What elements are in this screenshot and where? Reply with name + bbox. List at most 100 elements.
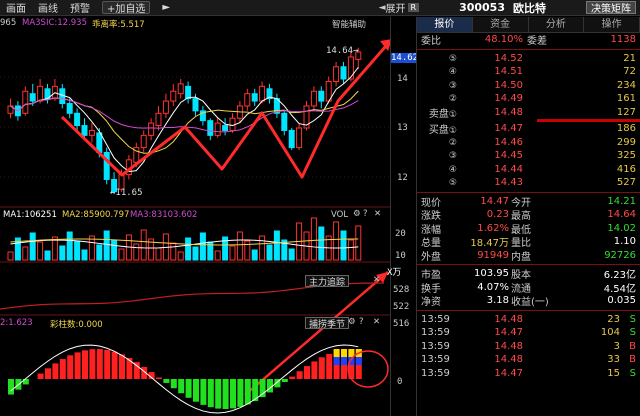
candle [162, 100, 169, 114]
weibi-label: 委比 [421, 36, 441, 48]
candle [29, 93, 36, 102]
tab-analysis[interactable]: 分析 [529, 17, 585, 32]
stat-value: 0.035 [607, 295, 636, 307]
tick-volume: 3 [613, 340, 620, 352]
candle [37, 85, 44, 102]
stat-value: 92726 [604, 249, 636, 261]
asks-label: ④ [417, 66, 461, 77]
season-line [10, 344, 359, 414]
stat-value: 4.54亿 [603, 283, 636, 295]
volume-bar [199, 232, 206, 261]
weibi-value: 48.10% [484, 34, 523, 46]
asks-label: ② [417, 93, 461, 104]
stat-row: 涨跌 0.23 最高 14.64 [417, 208, 640, 222]
volume-bar [229, 245, 236, 261]
chart-area[interactable]: 965 MA3SIC:12.935 乖离率:5.517 智能辅助 14.64→ ←… [0, 17, 390, 416]
volume-bar [214, 250, 221, 261]
bids-row[interactable]: ② 14.46 299 [417, 136, 640, 150]
stat-row: 净资 3.18 收益(一) 0.035 [417, 294, 640, 308]
tab-funds[interactable]: 资金 [473, 17, 529, 32]
tab-quote[interactable]: 报价 [417, 17, 473, 32]
high-price-label: 14.64→ [326, 46, 359, 56]
season-bar-blue [333, 357, 340, 365]
candle [74, 112, 81, 127]
asks-row[interactable]: ② 14.49 161 [417, 92, 640, 106]
stat-label: 内盘 [511, 251, 531, 263]
tick-side: B [629, 340, 636, 352]
season-bar [215, 379, 222, 409]
bids-row[interactable]: 买盘① 14.47 186 [417, 122, 640, 136]
close-icon[interactable]: ✕ [374, 209, 381, 219]
help-icon-season[interactable]: ? [359, 317, 364, 327]
toolbar-item-draw-screen[interactable]: 画面 [0, 0, 32, 16]
bids-label: ④ [417, 164, 461, 175]
volume-bar [236, 231, 243, 261]
asks-volume: 21 [623, 52, 636, 64]
tick-price: 14.48 [494, 354, 523, 366]
quote-panel: 报价 资金 分析 操作 委比 48.10% 委差 1138 ⑤ 14.52 21 ④ 1… [416, 17, 640, 416]
volume-bar [177, 251, 184, 261]
season-bar [193, 379, 199, 402]
stat-value: 103.95 [474, 268, 509, 280]
tick-time: 13:59 [421, 340, 450, 352]
stat-label: 净资 [421, 297, 441, 309]
stat-value: 4.07% [477, 281, 509, 293]
add-watchlist-button[interactable]: +加自选 [102, 1, 151, 15]
asks-label: ③ [417, 80, 461, 91]
tick-volume: 33 [607, 354, 620, 366]
asks-volume: 72 [623, 66, 636, 78]
season-bar [326, 353, 333, 379]
toolbar-item-draw-line[interactable]: 画线 [32, 0, 64, 16]
candle [170, 90, 177, 102]
tick-price: 14.48 [494, 340, 523, 352]
season-bar-yellow [333, 349, 340, 357]
chevron-left-icon[interactable]: ◄ [379, 3, 386, 13]
bid-list: 买盘① 14.47 186 ② 14.46 299 ③ 14.45 325 ④ 14.44 416 ⑤ 1… [417, 122, 640, 190]
season-bar [311, 361, 318, 379]
expand-button[interactable]: 展开 [386, 0, 406, 15]
tick-price: 14.47 [494, 327, 523, 339]
volume-bar [185, 237, 192, 261]
tick-side: S [629, 327, 636, 339]
volume-bar [192, 246, 199, 261]
volume-bar [22, 246, 29, 261]
bids-row[interactable]: ④ 14.44 416 [417, 163, 640, 177]
asks-row[interactable]: ⑤ 14.52 21 [417, 52, 640, 66]
close-icon-track[interactable]: ✕ [373, 275, 380, 285]
weibi-row: 委比 48.10% 委差 1138 [417, 33, 640, 47]
season-bar-yellow [341, 349, 347, 357]
tick-row: 13:59 14.47 104 S [417, 326, 640, 340]
asks-row[interactable]: ③ 14.50 234 [417, 79, 640, 93]
season-bar [318, 357, 325, 379]
chevron-right-icon[interactable]: ► [156, 0, 176, 16]
toolbar-item-alert[interactable]: 预警 [64, 0, 96, 16]
gear-icon[interactable]: ⚙ [353, 209, 361, 219]
season-bar [170, 379, 177, 389]
season-bar [37, 373, 44, 379]
stat-value: 1.10 [613, 236, 636, 248]
bids-row[interactable]: ⑤ 14.43 527 [417, 176, 640, 190]
asks-row[interactable]: ④ 14.51 72 [417, 65, 640, 79]
asks-price: 14.51 [494, 66, 523, 78]
asks-row[interactable]: 卖盘① 14.48 127 [417, 106, 640, 120]
season-bar [222, 379, 229, 409]
decision-matrix-button[interactable]: 决策矩阵 [586, 1, 636, 15]
fishing-season-label[interactable]: 捕捞季节 [305, 317, 350, 330]
candle [259, 85, 266, 102]
bids-level: ③ [448, 151, 457, 162]
stat-value: 14.02 [607, 222, 636, 234]
volume-bar [155, 247, 162, 261]
main-track-label[interactable]: 主力追踪 [305, 275, 350, 288]
help-icon[interactable]: ? [363, 209, 368, 219]
close-icon-season[interactable]: ✕ [373, 317, 380, 327]
price-axis: 14.62 14 13 12 20 10 X万 528 522 516 0 [387, 17, 418, 416]
price-tick: 14 [397, 74, 408, 84]
season-bar [96, 349, 103, 379]
ask-list: ⑤ 14.52 21 ④ 14.51 72 ③ 14.50 234 ② 14.49 161 卖盘① 14.… [417, 52, 640, 120]
candle [66, 103, 73, 114]
season-indicator-label: 2:1.623 [0, 318, 33, 328]
gear-icon-season[interactable]: ⚙ [348, 317, 356, 327]
asks-label: 卖盘① [417, 105, 461, 120]
tab-operation[interactable]: 操作 [584, 17, 640, 32]
bids-row[interactable]: ③ 14.45 325 [417, 149, 640, 163]
